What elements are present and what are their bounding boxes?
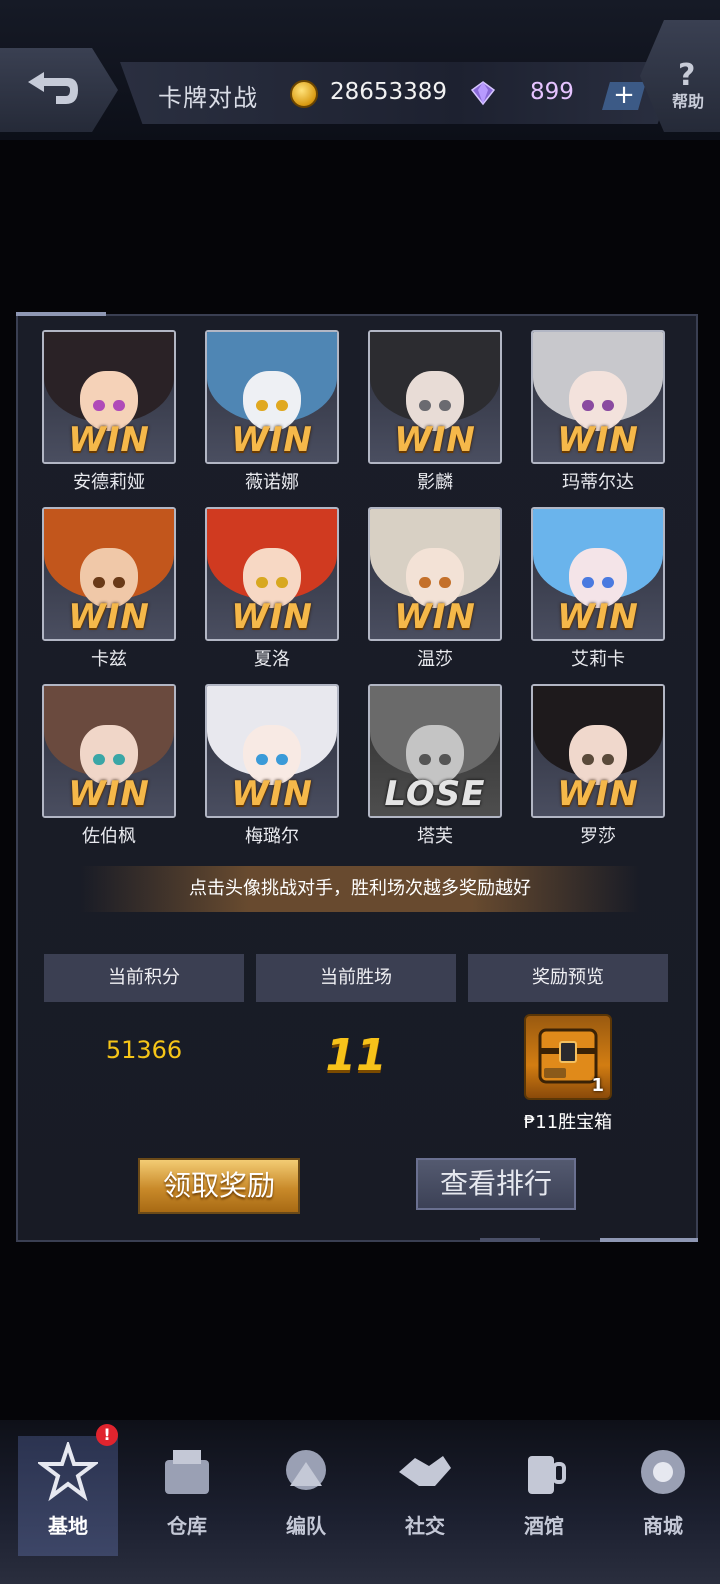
portrait-eye bbox=[275, 753, 288, 766]
result-badge: WIN bbox=[557, 774, 639, 814]
opponent-name: 佐伯枫 bbox=[82, 826, 136, 847]
portrait-eye bbox=[275, 576, 288, 589]
star-badge-icon bbox=[38, 1442, 98, 1502]
result-badge: WIN bbox=[557, 597, 639, 637]
current-wins: 11 bbox=[325, 1030, 387, 1081]
opponent-card[interactable]: WIN bbox=[205, 330, 339, 464]
opponent-name: 影麟 bbox=[417, 472, 453, 493]
nav-label: 酒馆 bbox=[524, 1514, 564, 1538]
formation-icon bbox=[286, 1450, 326, 1490]
panel-accent-bottom-left bbox=[480, 1238, 540, 1242]
portrait-eye bbox=[112, 753, 125, 766]
result-badge: WIN bbox=[231, 774, 313, 814]
reward-header: 奖励预览 bbox=[468, 954, 668, 1002]
wins-header: 当前胜场 bbox=[256, 954, 456, 1002]
reward-name: ₱11胜宝箱 bbox=[523, 1112, 613, 1133]
opponent-name: 温莎 bbox=[417, 649, 453, 670]
nav-shop[interactable]: 商城 bbox=[613, 1436, 713, 1556]
portrait-eye bbox=[112, 576, 125, 589]
opponent-card[interactable]: LOSE bbox=[368, 684, 502, 818]
result-badge: WIN bbox=[231, 597, 313, 637]
view-ranking-button[interactable]: 查看排行 bbox=[416, 1158, 576, 1210]
opponent-name: 梅璐尔 bbox=[245, 826, 299, 847]
opponent-name: 安德莉娅 bbox=[73, 472, 145, 493]
opponent-name: 夏洛 bbox=[254, 649, 290, 670]
beer-mug-icon bbox=[528, 1456, 566, 1494]
help-label: 帮助 bbox=[672, 92, 705, 111]
result-badge: WIN bbox=[394, 597, 476, 637]
claim-reward-button[interactable]: 领取奖励 bbox=[138, 1158, 300, 1214]
opponent-card[interactable]: WIN bbox=[42, 330, 176, 464]
challenge-hint: 点击头像挑战对手，胜利场次越多奖励越好 bbox=[80, 866, 640, 912]
warehouse-icon bbox=[165, 1450, 209, 1494]
result-badge: WIN bbox=[557, 420, 639, 460]
result-badge: WIN bbox=[68, 420, 150, 460]
coin-balance: 28653389 bbox=[330, 79, 448, 105]
result-badge: WIN bbox=[68, 774, 150, 814]
portrait-eye bbox=[601, 399, 614, 412]
page-title: 卡牌对战 bbox=[158, 84, 258, 112]
portrait-eye bbox=[438, 753, 451, 766]
portrait-eye bbox=[112, 399, 125, 412]
handshake-icon bbox=[399, 1456, 451, 1486]
nav-label: 编队 bbox=[286, 1514, 326, 1538]
nav-label: 仓库 bbox=[167, 1514, 207, 1538]
base-alert-badge: ! bbox=[96, 1424, 118, 1446]
portrait-eye bbox=[601, 576, 614, 589]
opponent-name: 罗莎 bbox=[580, 826, 616, 847]
nav-label: 基地 bbox=[48, 1514, 88, 1538]
opponent-card[interactable]: WIN bbox=[368, 507, 502, 641]
nav-tavern[interactable]: 酒馆 bbox=[494, 1436, 594, 1556]
panel-accent-top bbox=[16, 312, 106, 316]
opponent-card[interactable]: WIN bbox=[531, 507, 665, 641]
opponent-name: 薇诺娜 bbox=[245, 472, 299, 493]
opponent-card[interactable]: WIN bbox=[368, 330, 502, 464]
current-score: 51366 bbox=[105, 1036, 183, 1064]
opponent-name: 塔芙 bbox=[417, 826, 453, 847]
result-badge: LOSE bbox=[384, 774, 486, 814]
nav-formation[interactable]: 编队 bbox=[256, 1436, 356, 1556]
result-badge: WIN bbox=[231, 420, 313, 460]
portrait-eye bbox=[601, 753, 614, 766]
opponent-name: 玛蒂尔达 bbox=[562, 472, 634, 493]
reward-chest[interactable]: 1 bbox=[524, 1014, 612, 1100]
nav-base[interactable]: 基地 bbox=[18, 1436, 118, 1556]
shop-orb-icon bbox=[641, 1450, 685, 1494]
opponent-card[interactable]: WIN bbox=[42, 684, 176, 818]
opponent-card[interactable]: WIN bbox=[531, 330, 665, 464]
score-header: 当前积分 bbox=[44, 954, 244, 1002]
opponent-card[interactable]: WIN bbox=[42, 507, 176, 641]
result-badge: WIN bbox=[394, 420, 476, 460]
nav-social[interactable]: 社交 bbox=[375, 1436, 475, 1556]
opponent-card[interactable]: WIN bbox=[205, 507, 339, 641]
portrait-eye bbox=[438, 399, 451, 412]
nav-label: 社交 bbox=[405, 1514, 445, 1538]
portrait-eye bbox=[438, 576, 451, 589]
nav-label: 商城 bbox=[643, 1514, 683, 1538]
reward-count: 1 bbox=[591, 1075, 604, 1096]
opponent-card[interactable]: WIN bbox=[531, 684, 665, 818]
opponent-card[interactable]: WIN bbox=[205, 684, 339, 818]
result-badge: WIN bbox=[68, 597, 150, 637]
nav-warehouse[interactable]: 仓库 bbox=[137, 1436, 237, 1556]
gold-coin-icon bbox=[290, 80, 318, 108]
diamond-balance: 899 bbox=[530, 79, 574, 105]
diamond-icon bbox=[470, 81, 496, 106]
back-arrow-icon bbox=[28, 72, 78, 104]
opponent-name: 卡兹 bbox=[91, 649, 127, 670]
panel-accent-bottom-right bbox=[600, 1238, 698, 1242]
portrait-eye bbox=[275, 399, 288, 412]
opponent-name: 艾莉卡 bbox=[571, 649, 625, 670]
